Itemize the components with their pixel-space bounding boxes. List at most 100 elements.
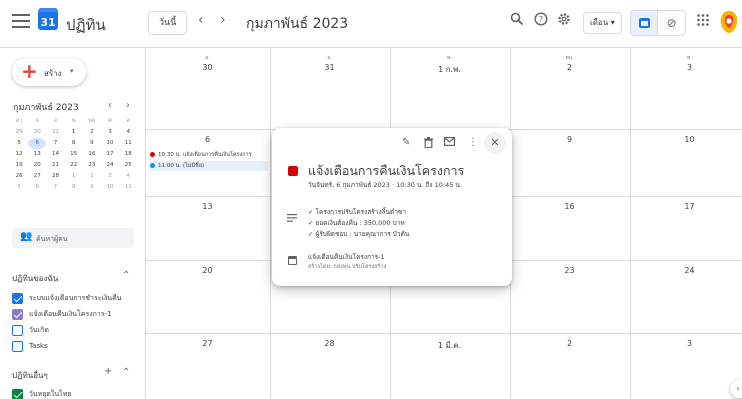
day-number[interactable]: 2 xyxy=(510,339,629,348)
calendar-list-item[interactable]: แจ้งเตือนคืนเงินโครงการ-1 xyxy=(12,308,112,320)
calendar-list-item[interactable]: วันหยุดในไทย xyxy=(12,388,71,399)
mini-day[interactable]: 9 xyxy=(83,138,101,149)
side-panel-toggle-icon[interactable]: ‹ xyxy=(730,380,742,398)
mini-day[interactable]: 12 xyxy=(10,149,28,160)
avatar[interactable] xyxy=(718,10,740,34)
apps-icon[interactable] xyxy=(696,13,710,27)
search-people-input[interactable]: 👥 ค้นหาผู้คน xyxy=(12,228,134,248)
view-dropdown[interactable]: เดือน ▾ xyxy=(583,12,622,34)
today-button[interactable]: วันนี้ xyxy=(148,11,188,35)
mini-day[interactable]: 19 xyxy=(10,160,28,171)
delete-icon[interactable] xyxy=(424,137,433,148)
mini-day[interactable]: 2 xyxy=(83,127,101,138)
calendar-list-item[interactable]: ระบบแจ้งเตือนการชำระเงินคืน xyxy=(12,292,122,304)
calendar-list-item[interactable]: Tasks xyxy=(12,340,48,352)
calendar-list-item[interactable]: วันเกิด xyxy=(12,324,49,336)
mini-day[interactable]: 13 xyxy=(28,149,46,160)
day-number[interactable]: 3 xyxy=(630,339,742,348)
mini-day[interactable]: 1 xyxy=(65,171,83,182)
day-number[interactable]: 23 xyxy=(510,266,629,275)
day-header[interactable]: พฤ. 2 xyxy=(510,54,629,72)
day-number[interactable]: 9 xyxy=(510,135,629,144)
day-header[interactable]: อ. 31 xyxy=(270,54,389,72)
mini-day[interactable]: 9 xyxy=(83,182,101,193)
event-chip[interactable]: 10:30 น. แจ้งเตือนการคืนเงินโครงการ xyxy=(150,151,268,160)
mini-prev-icon[interactable]: ‹ xyxy=(108,100,112,111)
mini-day[interactable]: 10 xyxy=(101,182,119,193)
day-header[interactable]: อ. 30 xyxy=(148,54,267,72)
more-options-icon[interactable]: ⋮ xyxy=(468,137,478,148)
mini-day[interactable]: 10 xyxy=(101,138,119,149)
mini-day[interactable]: 20 xyxy=(28,160,46,171)
mini-next-icon[interactable]: › xyxy=(126,100,130,111)
main-menu-icon[interactable] xyxy=(12,14,30,28)
edit-icon[interactable]: ✎ xyxy=(402,137,410,148)
mini-day[interactable]: 26 xyxy=(10,171,28,182)
mini-day[interactable]: 7 xyxy=(46,138,64,149)
day-number[interactable]: 1 มี.ค. xyxy=(390,339,509,352)
event-chip[interactable]: 11:00 น. (ไม่มีชื่อ) xyxy=(150,161,268,171)
day-number[interactable]: 10 xyxy=(630,135,742,144)
settings-icon[interactable] xyxy=(557,12,571,26)
day-header[interactable]: พ. 1 ก.พ. xyxy=(390,54,509,76)
mini-day[interactable]: 6 xyxy=(28,182,46,193)
calendar-checkbox[interactable] xyxy=(12,308,23,320)
mini-day[interactable]: 31 xyxy=(46,127,64,138)
close-icon[interactable]: ✕ xyxy=(484,132,506,154)
next-period-button[interactable]: › xyxy=(220,12,226,28)
mini-day[interactable]: 4 xyxy=(119,171,137,182)
mini-day[interactable]: 3 xyxy=(101,127,119,138)
day-number[interactable]: 27 xyxy=(148,339,267,348)
mini-day[interactable]: 28 xyxy=(46,171,64,182)
calendar-view-icon[interactable] xyxy=(630,10,658,36)
chevron-up-icon[interactable]: ⌃ xyxy=(122,270,130,281)
prev-period-button[interactable]: ‹ xyxy=(198,12,204,28)
mini-day[interactable]: 21 xyxy=(46,160,64,171)
day-number[interactable]: 13 xyxy=(148,202,267,211)
mini-day[interactable]: 7 xyxy=(46,182,64,193)
mini-day[interactable]: 30 xyxy=(28,127,46,138)
mini-day[interactable]: 11 xyxy=(119,138,137,149)
mini-day[interactable]: 5 xyxy=(10,138,28,149)
mini-day[interactable]: 15 xyxy=(65,149,83,160)
my-calendars-title[interactable]: ปฏิทินของฉัน xyxy=(12,272,58,285)
day-header[interactable]: ศ. 3 xyxy=(630,54,742,72)
day-number[interactable]: 17 xyxy=(630,202,742,211)
day-number[interactable]: 6 xyxy=(148,135,267,144)
calendar-checkbox[interactable] xyxy=(12,388,23,399)
mini-day[interactable]: 27 xyxy=(28,171,46,182)
mini-day[interactable]: 8 xyxy=(65,138,83,149)
other-calendars-title[interactable]: ปฏิทินอื่นๆ xyxy=(12,369,48,382)
calendar-checkbox[interactable] xyxy=(12,324,23,336)
mini-day[interactable]: 16 xyxy=(83,149,101,160)
mini-day[interactable]: 1 xyxy=(65,127,83,138)
tasks-view-icon[interactable]: ⊘ xyxy=(658,10,686,36)
mini-day[interactable]: 17 xyxy=(101,149,119,160)
mini-day[interactable]: 11 xyxy=(119,182,137,193)
mini-day[interactable]: 6 xyxy=(28,138,47,149)
day-number[interactable]: 28 xyxy=(270,339,389,348)
mini-day[interactable]: 5 xyxy=(10,182,28,193)
chevron-up-icon[interactable]: ⌃ xyxy=(122,367,130,378)
mini-day[interactable]: 29 xyxy=(10,127,28,138)
mini-day[interactable]: 23 xyxy=(83,160,101,171)
calendar-checkbox[interactable] xyxy=(12,340,23,352)
mini-day[interactable]: 18 xyxy=(119,149,137,160)
mini-day[interactable]: 2 xyxy=(83,171,101,182)
mini-day[interactable]: 24 xyxy=(101,160,119,171)
day-number[interactable]: 20 xyxy=(148,266,267,275)
search-icon[interactable] xyxy=(510,12,524,26)
add-calendar-icon[interactable]: + xyxy=(104,366,112,377)
mini-day[interactable]: 4 xyxy=(119,127,137,138)
create-button[interactable]: + สร้าง ▾ xyxy=(12,58,86,86)
help-icon[interactable]: ? xyxy=(534,12,548,26)
mini-day[interactable]: 3 xyxy=(101,171,119,182)
mini-day[interactable]: 25 xyxy=(119,160,137,171)
mini-day[interactable]: 14 xyxy=(46,149,64,160)
day-number[interactable]: 24 xyxy=(630,266,742,275)
mini-day[interactable]: 22 xyxy=(65,160,83,171)
mini-day[interactable]: 8 xyxy=(65,182,83,193)
calendar-checkbox[interactable] xyxy=(12,292,23,304)
email-icon[interactable] xyxy=(444,137,455,146)
day-number[interactable]: 16 xyxy=(510,202,629,211)
